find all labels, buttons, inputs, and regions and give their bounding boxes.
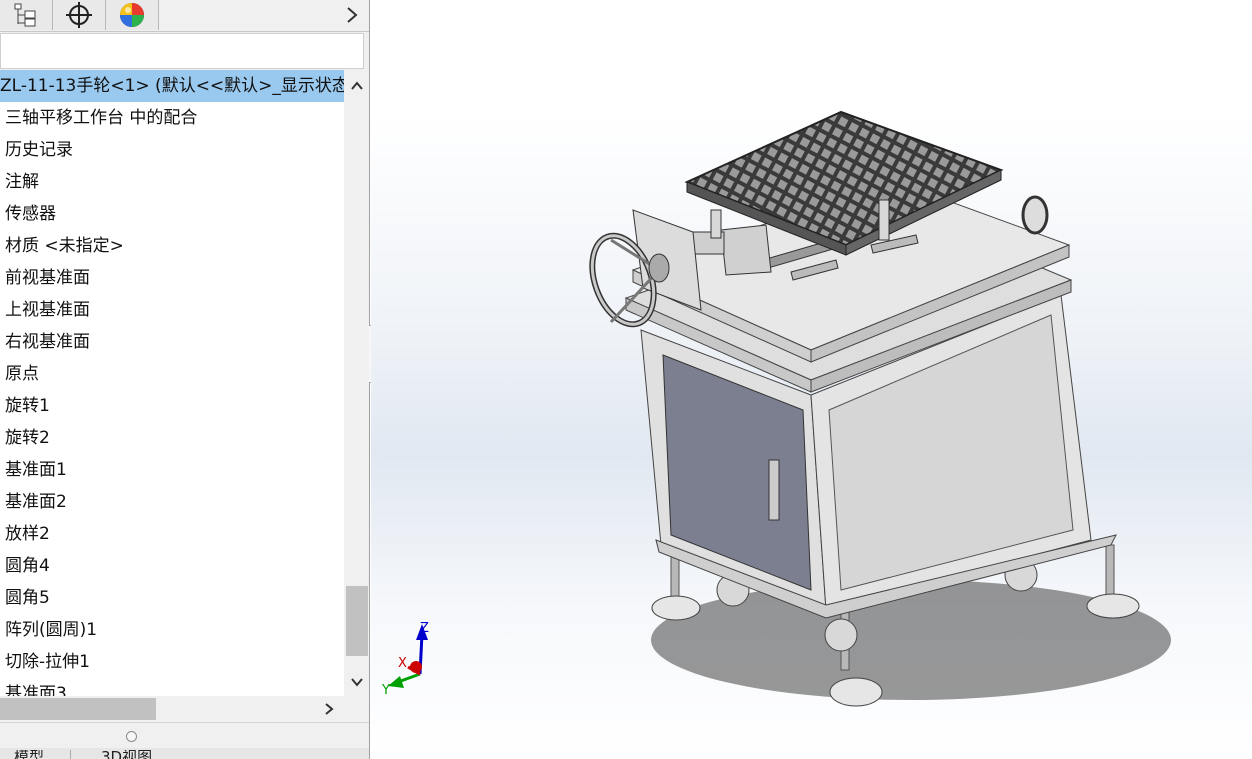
tree-item[interactable]: 放样2 [0,518,344,550]
workbench-model [589,110,1171,707]
hscroll-thumb[interactable] [0,698,156,720]
configuration-crosshair-icon [66,2,92,28]
panel-splitter[interactable] [0,722,369,749]
appearance-sphere-icon [120,3,144,27]
scroll-up-button[interactable] [344,72,369,100]
axis-z-label: Z [420,621,429,636]
tree-item[interactable]: 切除-拉伸1 [0,646,344,678]
feature-tree: ZL-11-13手轮<1> (默认<<默认>_显示状态 三轴平移工作台 中的配合… [0,70,344,696]
scroll-thumb[interactable] [346,586,368,656]
feature-tree-icon [14,3,36,27]
tab-configuration[interactable] [53,0,106,30]
tree-item[interactable]: 上视基准面 [0,294,344,326]
tree-horizontal-scrollbar[interactable] [0,696,344,722]
splitter-grip-icon [126,731,137,742]
chevron-right-icon [347,7,358,23]
tree-item[interactable]: 前视基准面 [0,262,344,294]
tab-feature-tree[interactable] [0,0,53,30]
tree-item[interactable]: 传感器 [0,198,344,230]
tree-item[interactable]: 注解 [0,166,344,198]
tree-item[interactable]: 右视基准面 [0,326,344,358]
axis-triad-icon: Z X Y [381,621,429,698]
tree-item[interactable]: 材质 <未指定> [0,230,344,262]
tabs-scroll-right-button[interactable] [340,0,364,30]
tree-filter-input[interactable] [0,33,364,69]
tree-item[interactable]: 基准面1 [0,454,344,486]
tree-item[interactable]: 圆角4 [0,550,344,582]
tree-item[interactable]: ZL-11-13手轮<1> (默认<<默认>_显示状态 [0,70,344,102]
tree-item[interactable]: 阵列(圆周)1 [0,614,344,646]
tree-vertical-scrollbar[interactable] [344,70,369,696]
graphics-viewport[interactable] [371,0,1252,759]
tab-appearance[interactable] [106,0,159,30]
scroll-right-button[interactable] [316,696,342,722]
chevron-up-icon [351,81,363,90]
chevron-right-icon [325,703,334,715]
tab-3d-views[interactable]: 3D视图 [70,750,152,759]
panel-tabs [0,0,369,32]
tree-item[interactable]: 三轴平移工作台 中的配合 [0,102,344,134]
tree-item[interactable]: 基准面2 [0,486,344,518]
tree-item[interactable]: 原点 [0,358,344,390]
scroll-down-button[interactable] [344,668,369,696]
tree-item[interactable]: 旋转2 [0,422,344,454]
bottom-tabs: 模型 3D视图 [0,748,369,759]
tree-item[interactable]: 历史记录 [0,134,344,166]
axis-y-label: Y [381,683,390,698]
axis-x-label: X [398,656,407,671]
tree-item[interactable]: 圆角5 [0,582,344,614]
tree-item[interactable]: 旋转1 [0,390,344,422]
tab-model[interactable]: 模型 [14,750,44,759]
feature-manager-panel: ZL-11-13手轮<1> (默认<<默认>_显示状态 三轴平移工作台 中的配合… [0,0,370,759]
tree-item[interactable]: 基准面3 [0,678,344,696]
chevron-down-icon [351,678,363,687]
view-triad: Z X Y [378,612,448,702]
